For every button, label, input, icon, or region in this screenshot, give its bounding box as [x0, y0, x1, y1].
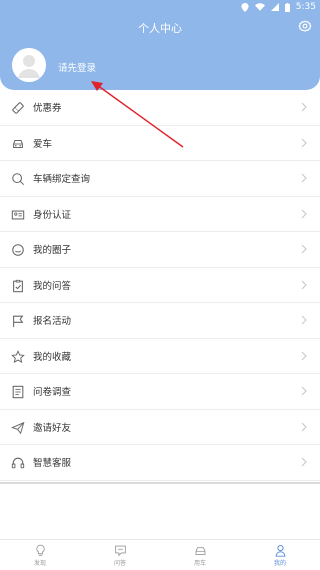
car-icon — [195, 546, 205, 555]
menu-item-label: 问卷调查 — [33, 387, 72, 399]
location-icon — [241, 2, 249, 12]
signal-icon — [270, 3, 279, 11]
battery-icon — [284, 2, 290, 12]
menu-list: 优惠券 爱车 车辆绑定查询 身份认证 我的圈子 我的问答 报名活动 我的收藏 问… — [0, 90, 320, 481]
tab-label: 用车 — [193, 559, 206, 567]
send-icon — [11, 421, 25, 434]
menu-item-my-car[interactable]: 爱车 — [0, 126, 320, 161]
menu-item-invite-friends[interactable]: 邀请好友 — [0, 410, 320, 445]
menu-item-vehicle-binding[interactable]: 车辆绑定查询 — [0, 161, 320, 197]
menu-item-label: 优惠券 — [33, 103, 62, 115]
id-card-icon — [11, 210, 25, 219]
profile-header: 个人中心 请先登录 — [0, 14, 320, 90]
clipboard-check-icon — [13, 279, 23, 292]
menu-item-favorites[interactable]: 我的收藏 — [0, 339, 320, 374]
tab-label: 我的 — [273, 559, 286, 567]
car-icon — [13, 139, 23, 148]
star-icon — [11, 349, 25, 363]
headset-icon — [11, 457, 25, 469]
login-prompt[interactable]: 请先登录 — [58, 60, 96, 74]
chevron-right-icon — [301, 422, 307, 432]
menu-item-label: 报名活动 — [33, 316, 72, 328]
chevron-right-icon — [301, 315, 307, 325]
gear-icon[interactable] — [298, 20, 312, 34]
avatar[interactable] — [12, 48, 46, 82]
chevron-right-icon — [301, 457, 307, 467]
tab-label: 发现 — [33, 559, 46, 567]
menu-item-label: 智慧客服 — [33, 458, 72, 470]
menu-item-label: 邀请好友 — [33, 422, 72, 434]
menu-item-label: 车辆绑定查询 — [33, 174, 91, 186]
menu-item-label: 我的收藏 — [33, 351, 72, 363]
menu-item-label: 爱车 — [33, 138, 53, 150]
search-icon — [12, 173, 25, 186]
person-icon — [274, 544, 286, 557]
menu-item-label: 我的圈子 — [33, 245, 72, 257]
circle-chat-icon — [12, 244, 24, 256]
flag-icon — [13, 315, 24, 328]
chat-icon — [114, 545, 126, 556]
menu-item-survey[interactable]: 问卷调查 — [0, 374, 320, 410]
section-divider — [0, 482, 320, 484]
menu-item-my-qa[interactable]: 我的问答 — [0, 268, 320, 303]
chevron-right-icon — [301, 244, 307, 254]
status-time: 5:35 — [295, 2, 316, 12]
tab-qa[interactable]: 问答 — [80, 540, 160, 570]
chevron-right-icon — [301, 280, 307, 290]
menu-item-coupons[interactable]: 优惠券 — [0, 90, 320, 126]
tab-discover[interactable]: 发现 — [0, 540, 80, 570]
bulb-icon — [35, 544, 45, 556]
menu-item-identity[interactable]: 身份认证 — [0, 197, 320, 232]
menu-item-label: 身份认证 — [33, 209, 72, 221]
wifi-icon — [254, 3, 265, 11]
tab-mine[interactable]: 我的 — [240, 540, 320, 570]
ticket-icon — [12, 102, 24, 114]
page-title: 个人中心 — [138, 22, 182, 35]
menu-item-my-circles[interactable]: 我的圈子 — [0, 232, 320, 268]
chevron-right-icon — [301, 351, 307, 361]
tab-label: 问答 — [113, 559, 126, 567]
menu-item-customer-service[interactable]: 智慧客服 — [0, 445, 320, 481]
tab-car-use[interactable]: 用车 — [160, 540, 240, 570]
menu-item-events[interactable]: 报名活动 — [0, 303, 320, 339]
bottom-tab-bar: 发现 问答 用车 我的 — [0, 539, 320, 570]
chevron-right-icon — [301, 102, 307, 112]
chevron-right-icon — [301, 386, 307, 396]
chevron-right-icon — [301, 138, 307, 148]
chevron-right-icon — [301, 209, 307, 219]
content-blank-area — [0, 482, 320, 538]
menu-item-label: 我的问答 — [33, 280, 72, 292]
status-bar: 5:35 — [0, 0, 320, 14]
document-icon — [12, 385, 24, 399]
chevron-right-icon — [301, 173, 307, 183]
